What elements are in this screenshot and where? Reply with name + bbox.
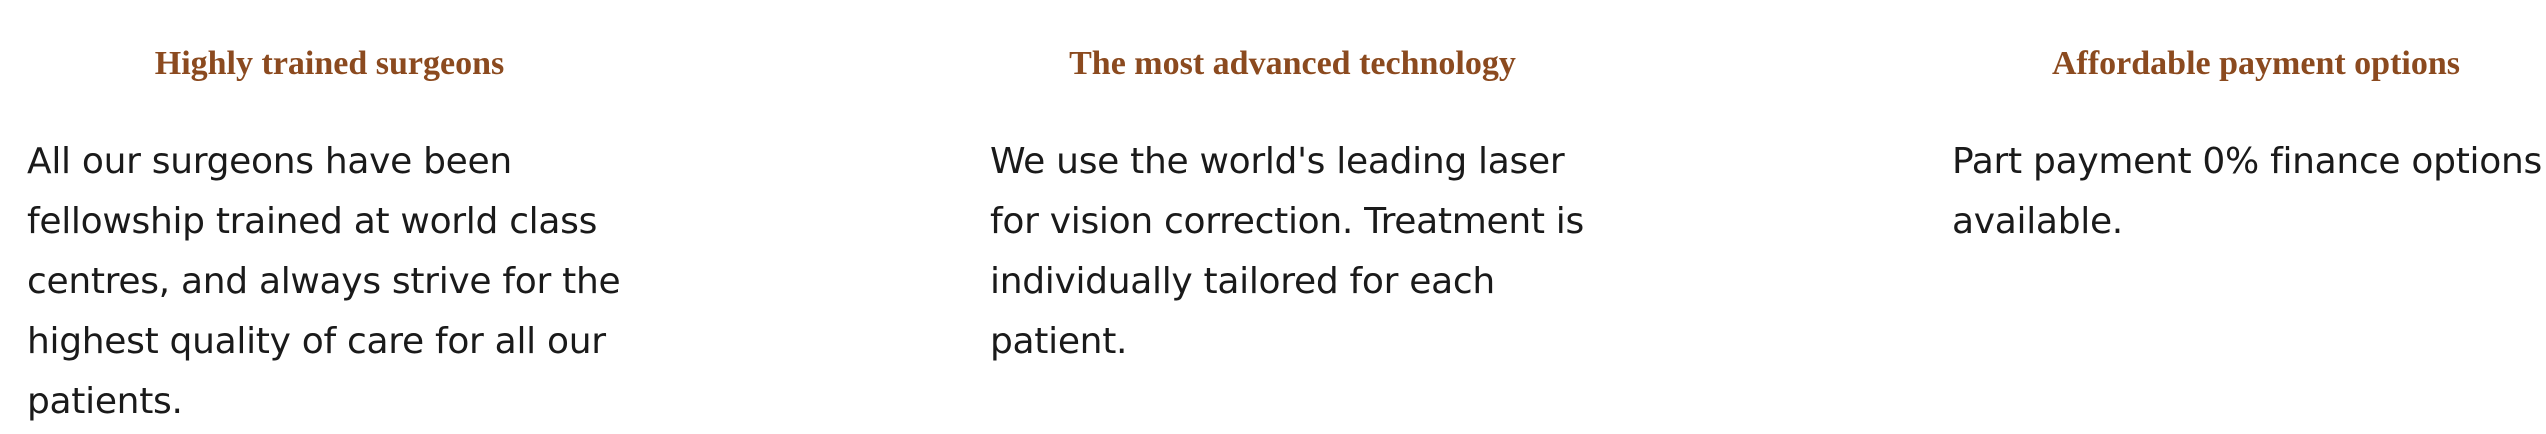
feature-highlights: Highly trained surgeons All our surgeons… <box>0 0 2546 434</box>
feature-title-payment: Affordable payment options <box>2051 45 2461 82</box>
feature-description-payment: Part payment 0% finance options availabl… <box>1952 141 2542 242</box>
feature-description-technology: We use the world's leading laser for vis… <box>990 141 1584 362</box>
feature-description-surgeons: All our surgeons have been fellowship tr… <box>27 141 621 422</box>
feature-title-technology: The most advanced technology <box>1069 45 1516 82</box>
feature-title-surgeons: Highly trained surgeons <box>154 45 505 82</box>
